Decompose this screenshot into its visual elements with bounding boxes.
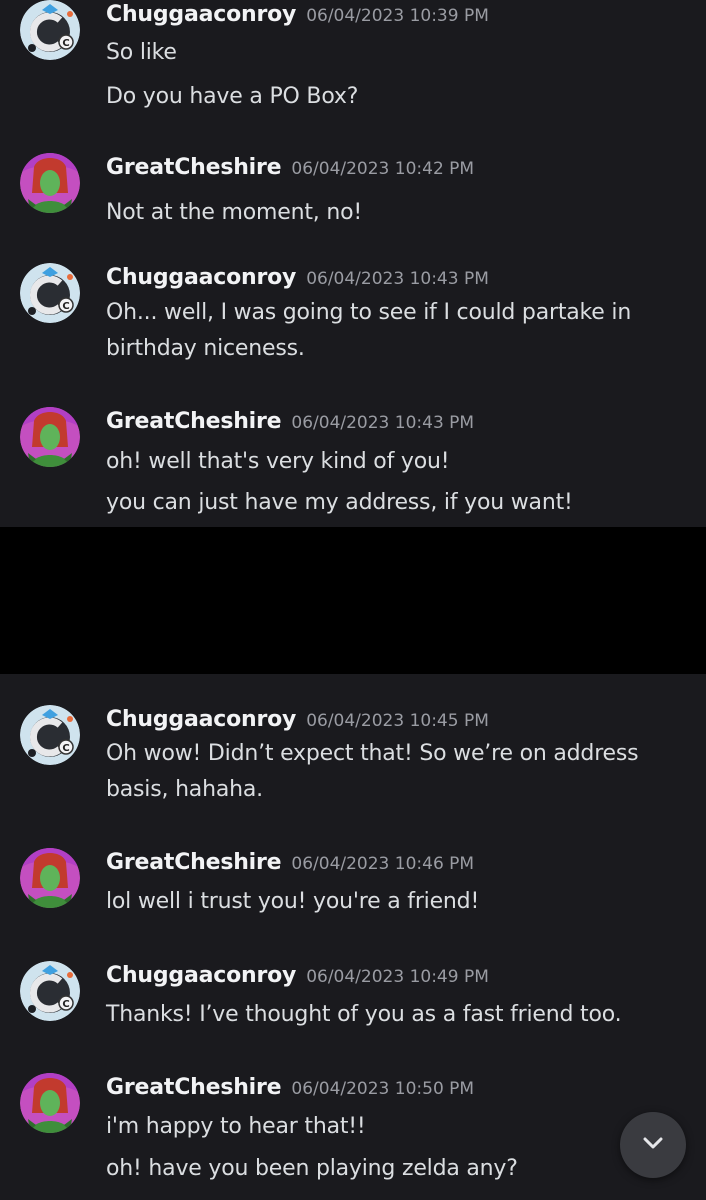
- message-text: Thanks! I’ve thought of you as a fast fr…: [106, 1002, 622, 1027]
- username[interactable]: GreatCheshire: [106, 155, 282, 180]
- message-text: lol well i trust you! you're a friend!: [106, 889, 480, 914]
- greatcheshire-avatar[interactable]: [20, 407, 80, 467]
- username[interactable]: Chuggaaconroy: [106, 963, 296, 988]
- username[interactable]: GreatCheshire: [106, 1075, 282, 1100]
- message-text: birthday niceness.: [106, 336, 305, 361]
- username[interactable]: Chuggaaconroy: [106, 707, 296, 732]
- greatcheshire-avatar[interactable]: [20, 1073, 80, 1133]
- chevron-down-icon: [638, 1128, 668, 1162]
- timestamp: 06/04/2023 10:45 PM: [306, 711, 489, 731]
- chuggaaconroy-avatar[interactable]: C: [20, 263, 80, 323]
- message-text: i'm happy to hear that!!: [106, 1114, 366, 1139]
- scroll-to-bottom-button[interactable]: [620, 1112, 686, 1178]
- svg-text:C: C: [62, 38, 69, 49]
- svg-text:C: C: [62, 999, 69, 1010]
- chuggaaconroy-avatar[interactable]: C: [20, 961, 80, 1021]
- svg-text:C: C: [62, 743, 69, 754]
- timestamp: 06/04/2023 10:49 PM: [306, 967, 489, 987]
- redacted-block: [0, 527, 706, 674]
- timestamp: 06/04/2023 10:46 PM: [291, 854, 475, 874]
- message-text: basis, hahaha.: [106, 777, 263, 802]
- username[interactable]: Chuggaaconroy: [106, 2, 296, 27]
- greatcheshire-avatar[interactable]: [20, 848, 80, 908]
- message-text: oh! well that's very kind of you!: [106, 449, 450, 474]
- message-text: you can just have my address, if you wan…: [106, 490, 573, 515]
- timestamp: 06/04/2023 10:43 PM: [291, 413, 475, 433]
- timestamp: 06/04/2023 10:43 PM: [306, 269, 489, 289]
- username[interactable]: Chuggaaconroy: [106, 265, 296, 290]
- timestamp: 06/04/2023 10:39 PM: [306, 6, 489, 26]
- username[interactable]: GreatCheshire: [106, 409, 282, 434]
- message-text: Not at the moment, no!: [106, 200, 362, 225]
- message-text: oh! have you been playing zelda any?: [106, 1156, 518, 1181]
- chuggaaconroy-avatar[interactable]: C: [20, 0, 80, 60]
- timestamp: 06/04/2023 10:50 PM: [291, 1079, 475, 1099]
- message-text: Do you have a PO Box?: [106, 84, 359, 109]
- chuggaaconroy-avatar[interactable]: C: [20, 705, 80, 765]
- username[interactable]: GreatCheshire: [106, 850, 282, 875]
- message-text: Oh wow! Didn’t expect that! So we’re on …: [106, 741, 639, 766]
- message-text: Oh... well, I was going to see if I coul…: [106, 300, 632, 325]
- message-text: So like: [106, 40, 177, 65]
- timestamp: 06/04/2023 10:42 PM: [291, 159, 475, 179]
- svg-text:C: C: [62, 301, 69, 312]
- greatcheshire-avatar[interactable]: [20, 153, 80, 213]
